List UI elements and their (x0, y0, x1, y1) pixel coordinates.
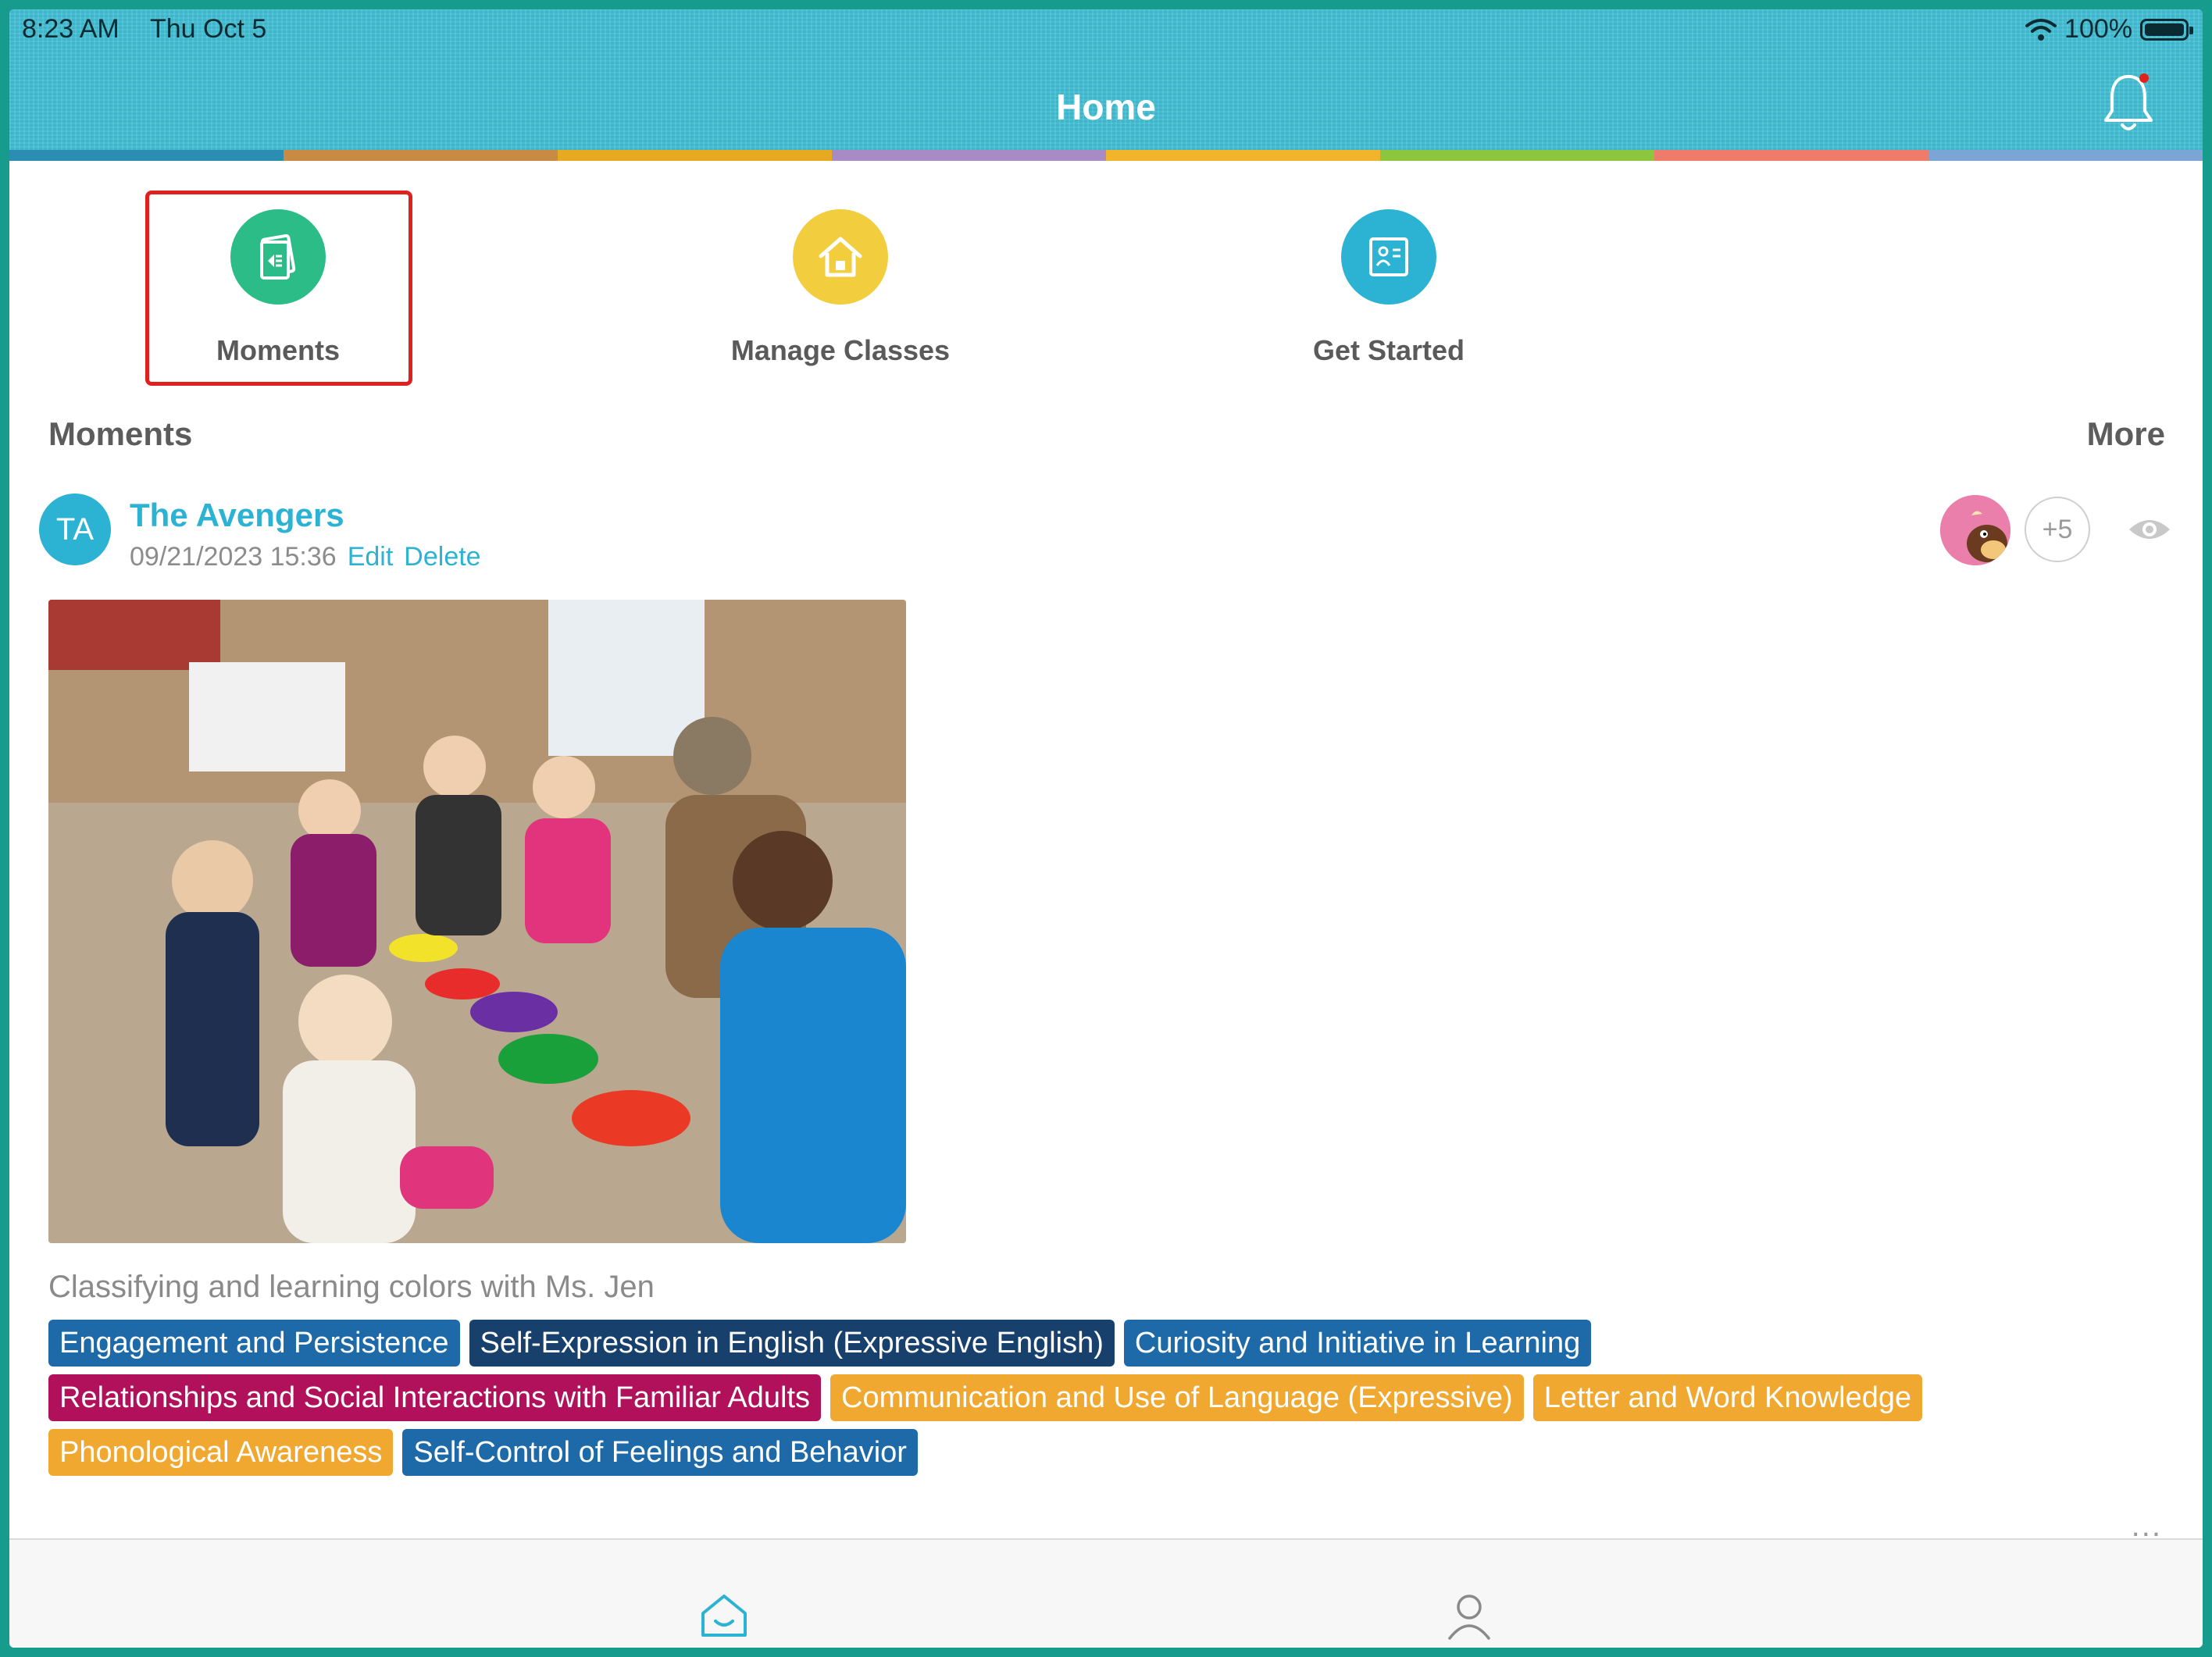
post-meta: 09/21/2023 15:36 Edit Delete (130, 542, 481, 572)
tag[interactable]: Self-Control of Feelings and Behavior (402, 1429, 918, 1476)
learning-tags: Engagement and Persistence Self-Expressi… (48, 1320, 2173, 1476)
tag[interactable]: Engagement and Persistence (48, 1320, 460, 1367)
get-started-label: Get Started (1312, 334, 1465, 366)
moment-caption: Classifying and learning colors with Ms.… (48, 1270, 655, 1304)
app-window: 8:23 AM Thu Oct 5 100% Home Moments Mana… (9, 9, 2203, 1648)
battery-percent: 100% (2064, 14, 2132, 44)
get-started-action[interactable]: Get Started (1256, 189, 1522, 384)
notification-bell-icon[interactable] (2101, 70, 2156, 136)
tab-home-icon[interactable] (698, 1590, 750, 1641)
delete-link[interactable]: Delete (404, 542, 480, 572)
page-title: Home (1056, 87, 1156, 127)
header-bar: 8:23 AM Thu Oct 5 100% Home (9, 9, 2203, 151)
status-indicators: 100% (2025, 14, 2193, 45)
status-time: 8:23 AM (22, 14, 120, 44)
post-class-name[interactable]: The Avengers (130, 497, 344, 534)
manage-classes-label: Manage Classes (730, 334, 951, 366)
quick-actions: Moments Manage Classes Get Started (9, 189, 2203, 392)
class-avatar: TA (39, 494, 111, 565)
eye-icon[interactable] (2126, 514, 2173, 545)
tag[interactable]: Curiosity and Initiative in Learning (1123, 1320, 1592, 1367)
post-timestamp: 09/21/2023 15:36 (130, 542, 337, 572)
edit-link[interactable]: Edit (348, 542, 394, 572)
tag[interactable]: Relationships and Social Interactions wi… (48, 1374, 822, 1421)
tag[interactable]: Phonological Awareness (48, 1429, 394, 1476)
battery-icon (2140, 18, 2193, 41)
tag[interactable]: Letter and Word Knowledge (1532, 1374, 1923, 1421)
home-icon (793, 209, 888, 305)
more-children-count[interactable]: +5 (2025, 497, 2090, 562)
moments-label: Moments (216, 334, 340, 366)
tag[interactable]: Self-Expression in English (Expressive E… (469, 1320, 1115, 1367)
manage-classes-action[interactable]: Manage Classes (708, 189, 973, 384)
wifi-icon (2025, 18, 2057, 41)
rainbow-divider (9, 150, 2203, 161)
tab-bar (9, 1538, 2203, 1648)
more-link[interactable]: More (2087, 415, 2165, 453)
get-started-icon (1341, 209, 1436, 305)
moments-section-title: Moments (48, 415, 193, 452)
child-avatar[interactable] (1940, 495, 2010, 565)
tag[interactable]: Communication and Use of Language (Expre… (830, 1374, 1524, 1421)
status-date: Thu Oct 5 (150, 14, 267, 44)
moments-icon (230, 209, 326, 305)
tab-profile-icon[interactable] (1443, 1590, 1495, 1641)
moments-action[interactable]: Moments (145, 189, 411, 384)
moment-photo[interactable] (48, 600, 906, 1243)
